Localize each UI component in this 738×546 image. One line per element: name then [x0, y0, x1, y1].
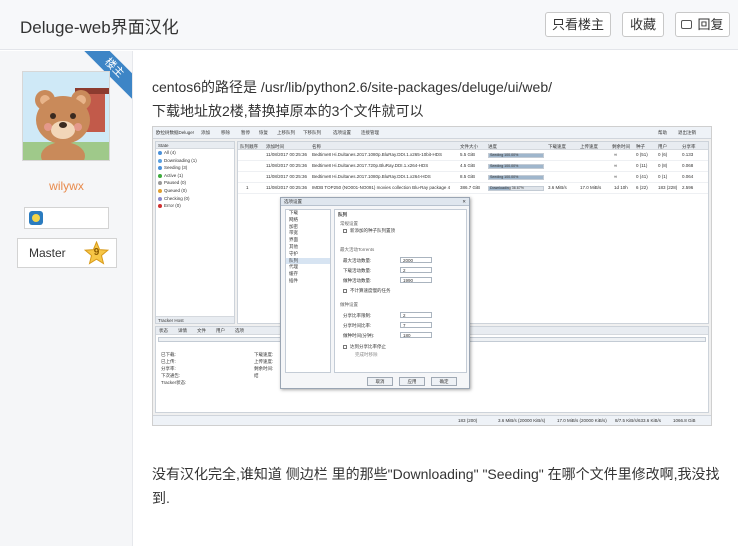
- screenshot-sidebar-item: Paused (0): [156, 179, 234, 187]
- medal-box: [24, 207, 109, 229]
- screenshot-torrent-row: 11/08/2017 00:25:36 Bedtime8 Hi.Dultanes.…: [238, 150, 708, 161]
- reply-button[interactable]: 回复: [675, 12, 730, 37]
- screenshot-toolbar: 欧拉树数据Deluge! 添加 移除 暂停 恢复 上移队列 下移队列 选项设置 …: [153, 127, 711, 139]
- rank-box: Master 9: [17, 238, 117, 268]
- screenshot-sidebar-item: Seeding (3): [156, 164, 234, 172]
- screenshot-sidebar-item: Error (0): [156, 202, 234, 210]
- screenshot-status-bar: 183 (200) 3.6 MiB/s (20000 KiB/s) 17.0 M…: [153, 415, 711, 425]
- only-op-button[interactable]: 只看楼主: [545, 12, 611, 37]
- level-number: 9: [93, 247, 100, 258]
- thread-header: Deluge-web界面汉化 只看楼主 收藏 回复: [0, 0, 738, 50]
- comment-icon: [681, 20, 693, 29]
- screenshot-sidebar-item: Downloading (1): [156, 157, 234, 165]
- reply-label: 回复: [697, 17, 724, 32]
- screenshot-sidebar-item: All (4): [156, 149, 234, 157]
- deluge-screenshot[interactable]: 欧拉树数据Deluge! 添加 移除 暂停 恢复 上移队列 下移队列 选项设置 …: [152, 126, 712, 426]
- rank-label: Master: [29, 246, 66, 260]
- favorite-button[interactable]: 收藏: [622, 12, 664, 37]
- screenshot-sidebar-item: Queued (0): [156, 187, 234, 195]
- screenshot-torrent-row: 11/08/2017 00:25:36 Bedtime8 Hi.Dultanes.…: [238, 161, 708, 172]
- screenshot-sidebar: State All (4) Downloading (1) Seeding (3) A…: [155, 141, 235, 324]
- screenshot-sidebar-item: Checking (0): [156, 195, 234, 203]
- thread-title: Deluge-web界面汉化: [20, 18, 179, 37]
- post-text-download: 下载地址放2楼,替换掉原本的3个文件就可以: [152, 103, 424, 119]
- screenshot-sidebar-item: Active (1): [156, 172, 234, 180]
- username[interactable]: wilywx: [0, 179, 132, 193]
- user-panel: 楼主 wilywx Master 9: [0, 51, 133, 546]
- post-text-path: centos6的路径是 /usr/lib/python2.6/site-pack…: [152, 79, 552, 95]
- screenshot-preferences-dialog: 选项设置 ✕ 下载 网络 加密 带宽 界面 其他 守护 队列 代理 缓存 插件 队列 常规设置 新添加…: [280, 197, 470, 389]
- avatar[interactable]: [22, 71, 110, 161]
- screenshot-torrent-row: 1 11/08/2017 00:25:36 IMDB TOP250 (NO001-N…: [238, 183, 708, 194]
- medal-icon[interactable]: [29, 211, 43, 225]
- post-text-question: 没有汉化完全,谁知道 侧边栏 里的那些"Downloading" "Seedin…: [152, 466, 720, 506]
- screenshot-torrent-row: 11/08/2017 00:25:36 Bedtime8 Hi.Dultanes.…: [238, 172, 708, 183]
- bear-avatar-image: [23, 72, 109, 160]
- level-star-icon: 9: [83, 240, 110, 266]
